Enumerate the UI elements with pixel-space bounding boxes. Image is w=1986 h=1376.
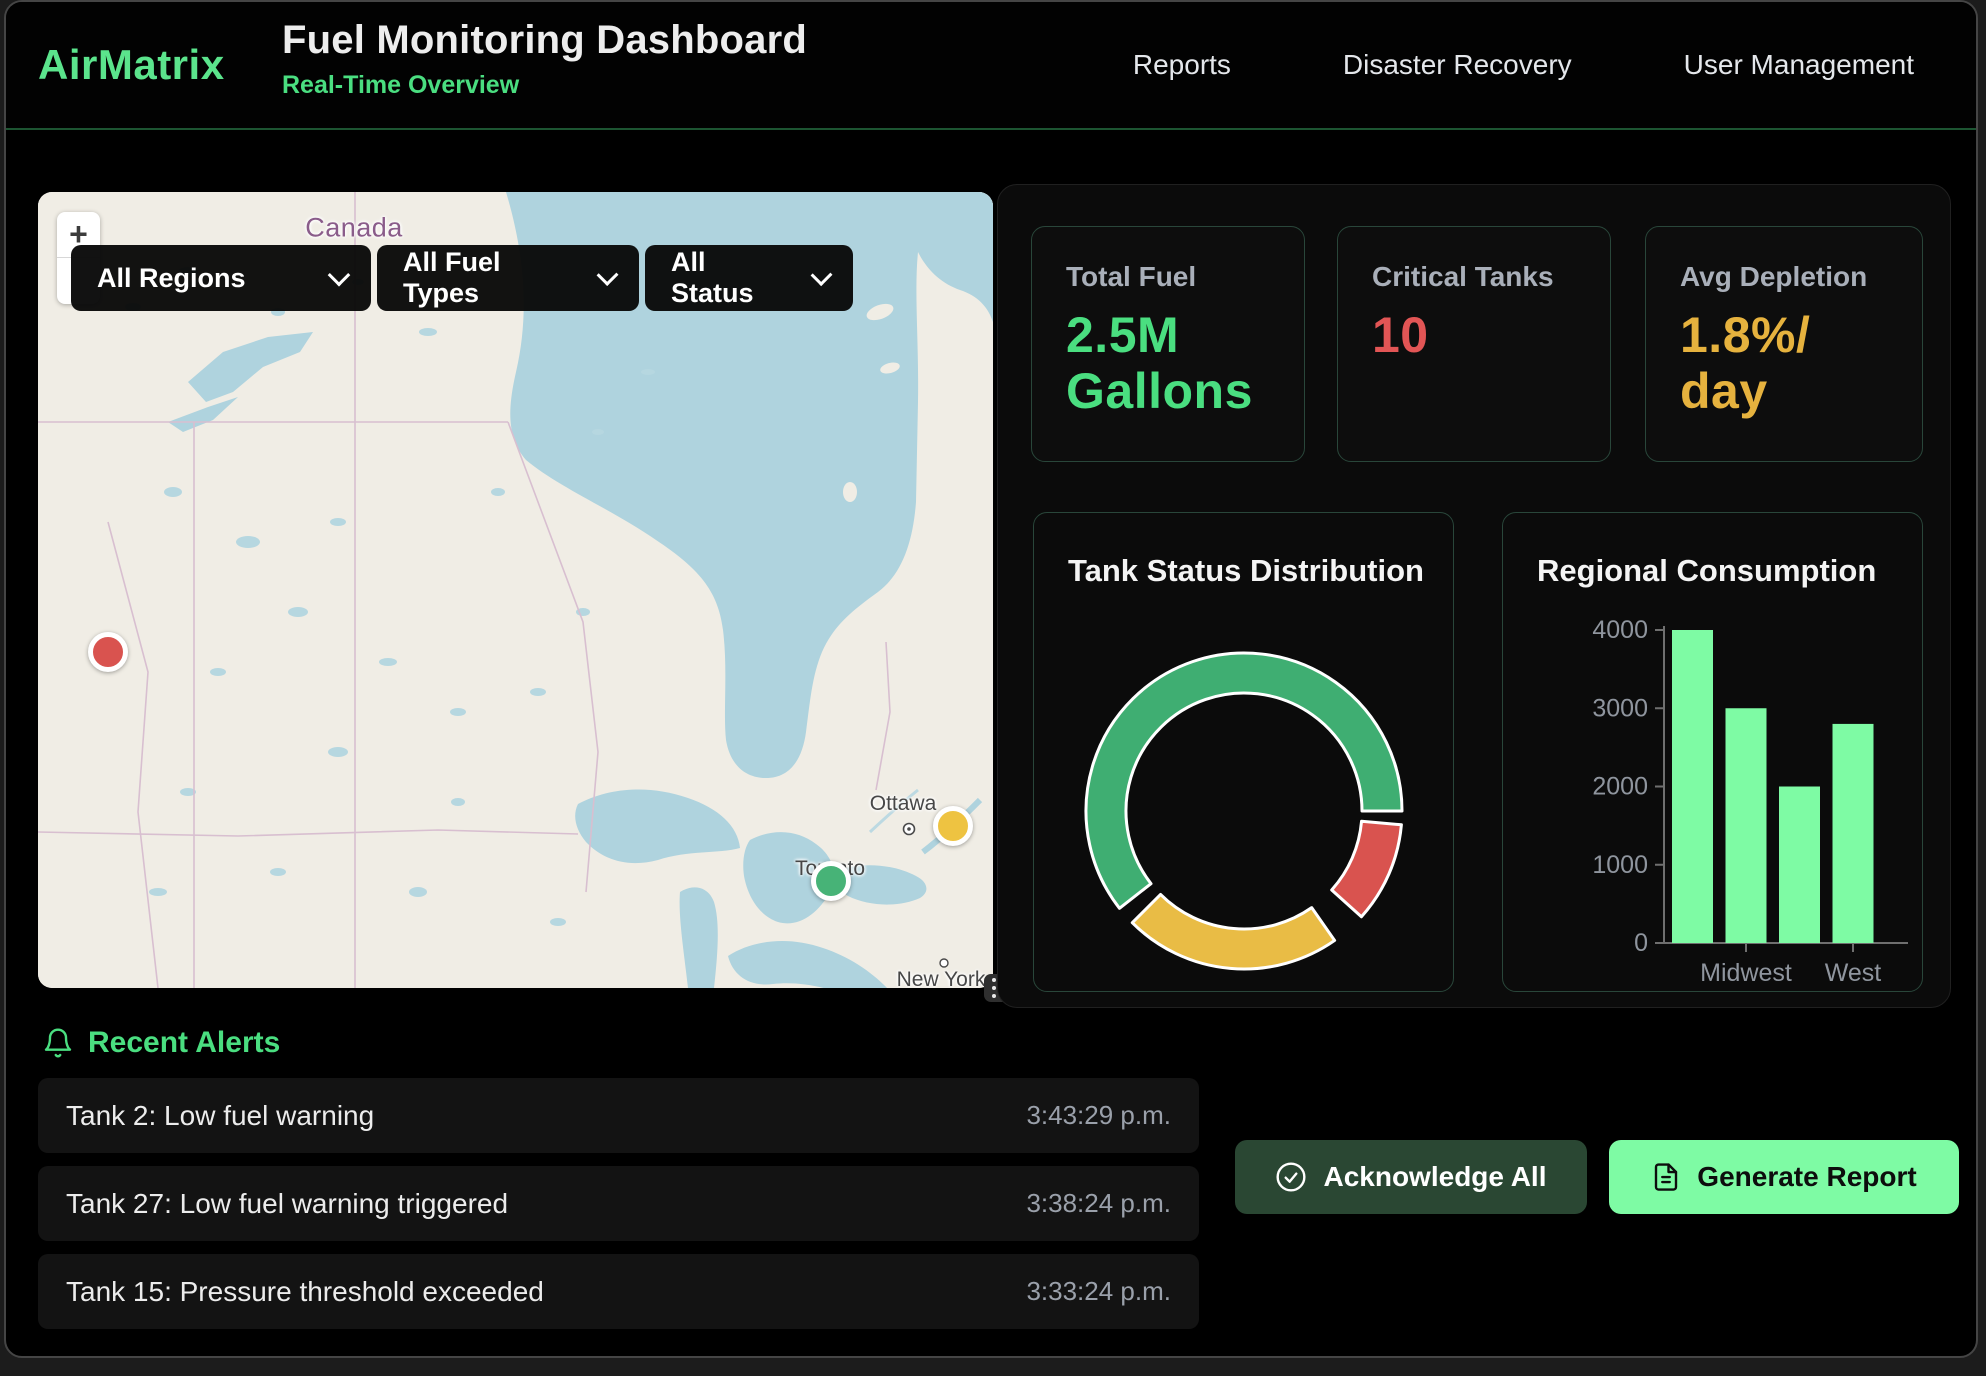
y-tick-label: 3000	[1592, 694, 1648, 722]
x-tick-label: Midwest	[1700, 959, 1792, 987]
chevron-down-icon	[810, 264, 832, 286]
alert-text: Tank 15: Pressure threshold exceeded	[66, 1276, 544, 1308]
alert-text: Tank 2: Low fuel warning	[66, 1100, 374, 1132]
donut-segment-yellow	[1132, 894, 1334, 969]
stat-card-total-fuel: Total Fuel 2.5M Gallons	[1031, 226, 1305, 462]
alert-time: 3:43:29 p.m.	[1026, 1100, 1171, 1131]
fuel-type-filter-dropdown[interactable]: All Fuel Types	[377, 245, 639, 311]
acknowledge-all-label: Acknowledge All	[1323, 1161, 1546, 1193]
nav-item-user-management[interactable]: User Management	[1684, 49, 1914, 81]
tank-status-marker[interactable]	[933, 806, 973, 846]
chevron-down-icon	[328, 264, 351, 287]
page-subtitle: Real-Time Overview	[282, 71, 807, 100]
alert-row[interactable]: Tank 15: Pressure threshold exceeded 3:3…	[38, 1254, 1199, 1329]
donut-segment-red	[1332, 821, 1402, 916]
y-tick-label: 0	[1634, 929, 1648, 957]
chevron-down-icon	[596, 264, 618, 286]
regional-consumption-card: 0 1000 2000 3000 4000 Midwest West Regional Co…	[1502, 512, 1923, 992]
status-filter-dropdown[interactable]: All Status	[645, 245, 853, 311]
y-tick-label: 4000	[1592, 616, 1648, 644]
nav-item-reports[interactable]: Reports	[1133, 49, 1231, 81]
title-block: Fuel Monitoring Dashboard Real-Time Over…	[282, 18, 807, 100]
tank-status-title: Tank Status Distribution	[1068, 553, 1424, 589]
stat-value: 10	[1372, 307, 1610, 363]
recent-alerts-label: Recent Alerts	[88, 1026, 280, 1060]
fuel-type-filter-value: All Fuel Types	[403, 247, 574, 309]
main-nav: Reports Disaster Recovery User Managemen…	[1133, 2, 1914, 128]
bar	[1779, 787, 1820, 944]
map-filter-bar: All Regions All Fuel Types All Status	[71, 245, 853, 311]
map-label-country: Canada	[305, 213, 403, 244]
generate-report-button[interactable]: Generate Report	[1609, 1140, 1959, 1214]
x-tick-label: West	[1825, 959, 1882, 987]
check-circle-icon	[1275, 1161, 1307, 1193]
stat-card-critical-tanks: Critical Tanks 10	[1337, 226, 1611, 462]
brand-logo[interactable]: AirMatrix	[38, 2, 225, 128]
app-window: AirMatrix Fuel Monitoring Dashboard Real…	[4, 0, 1978, 1358]
acknowledge-all-button[interactable]: Acknowledge All	[1235, 1140, 1587, 1214]
bell-icon	[42, 1026, 74, 1060]
alert-time: 3:33:24 p.m.	[1026, 1276, 1171, 1307]
generate-report-label: Generate Report	[1697, 1161, 1916, 1193]
alert-time: 3:38:24 p.m.	[1026, 1188, 1171, 1219]
tank-status-marker[interactable]	[88, 632, 128, 672]
tank-status-marker[interactable]	[811, 861, 851, 901]
stat-value: 2.5M Gallons	[1066, 307, 1304, 419]
recent-alerts-heading: Recent Alerts	[42, 1026, 280, 1060]
tank-status-card: Tank Status Distribution	[1033, 512, 1454, 992]
alert-text: Tank 27: Low fuel warning triggered	[66, 1188, 508, 1220]
stat-label: Avg Depletion	[1680, 261, 1922, 293]
region-filter-value: All Regions	[97, 263, 246, 294]
bar	[1833, 724, 1874, 943]
status-filter-value: All Status	[671, 247, 788, 309]
alert-row[interactable]: Tank 2: Low fuel warning 3:43:29 p.m.	[38, 1078, 1199, 1153]
region-filter-dropdown[interactable]: All Regions	[71, 245, 371, 311]
y-tick-label: 2000	[1592, 773, 1648, 801]
page-title: Fuel Monitoring Dashboard	[282, 18, 807, 63]
regional-consumption-title: Regional Consumption	[1537, 553, 1876, 589]
header: AirMatrix Fuel Monitoring Dashboard Real…	[6, 2, 1976, 130]
map-label-city: New York	[897, 968, 986, 988]
document-icon	[1651, 1161, 1681, 1193]
bar	[1726, 708, 1767, 943]
map-canvas[interactable]: Canada OttawaTorontoNew York + All Regio…	[38, 192, 993, 988]
nav-item-disaster-recovery[interactable]: Disaster Recovery	[1343, 49, 1572, 81]
stat-value: 1.8%/ day	[1680, 307, 1922, 419]
stat-card-avg-depletion: Avg Depletion 1.8%/ day	[1645, 226, 1923, 462]
bar	[1672, 630, 1713, 943]
stat-label: Total Fuel	[1066, 261, 1304, 293]
y-tick-label: 1000	[1592, 851, 1648, 879]
alert-row[interactable]: Tank 27: Low fuel warning triggered 3:38…	[38, 1166, 1199, 1241]
stat-label: Critical Tanks	[1372, 261, 1610, 293]
map-label-city: Ottawa	[870, 792, 937, 816]
